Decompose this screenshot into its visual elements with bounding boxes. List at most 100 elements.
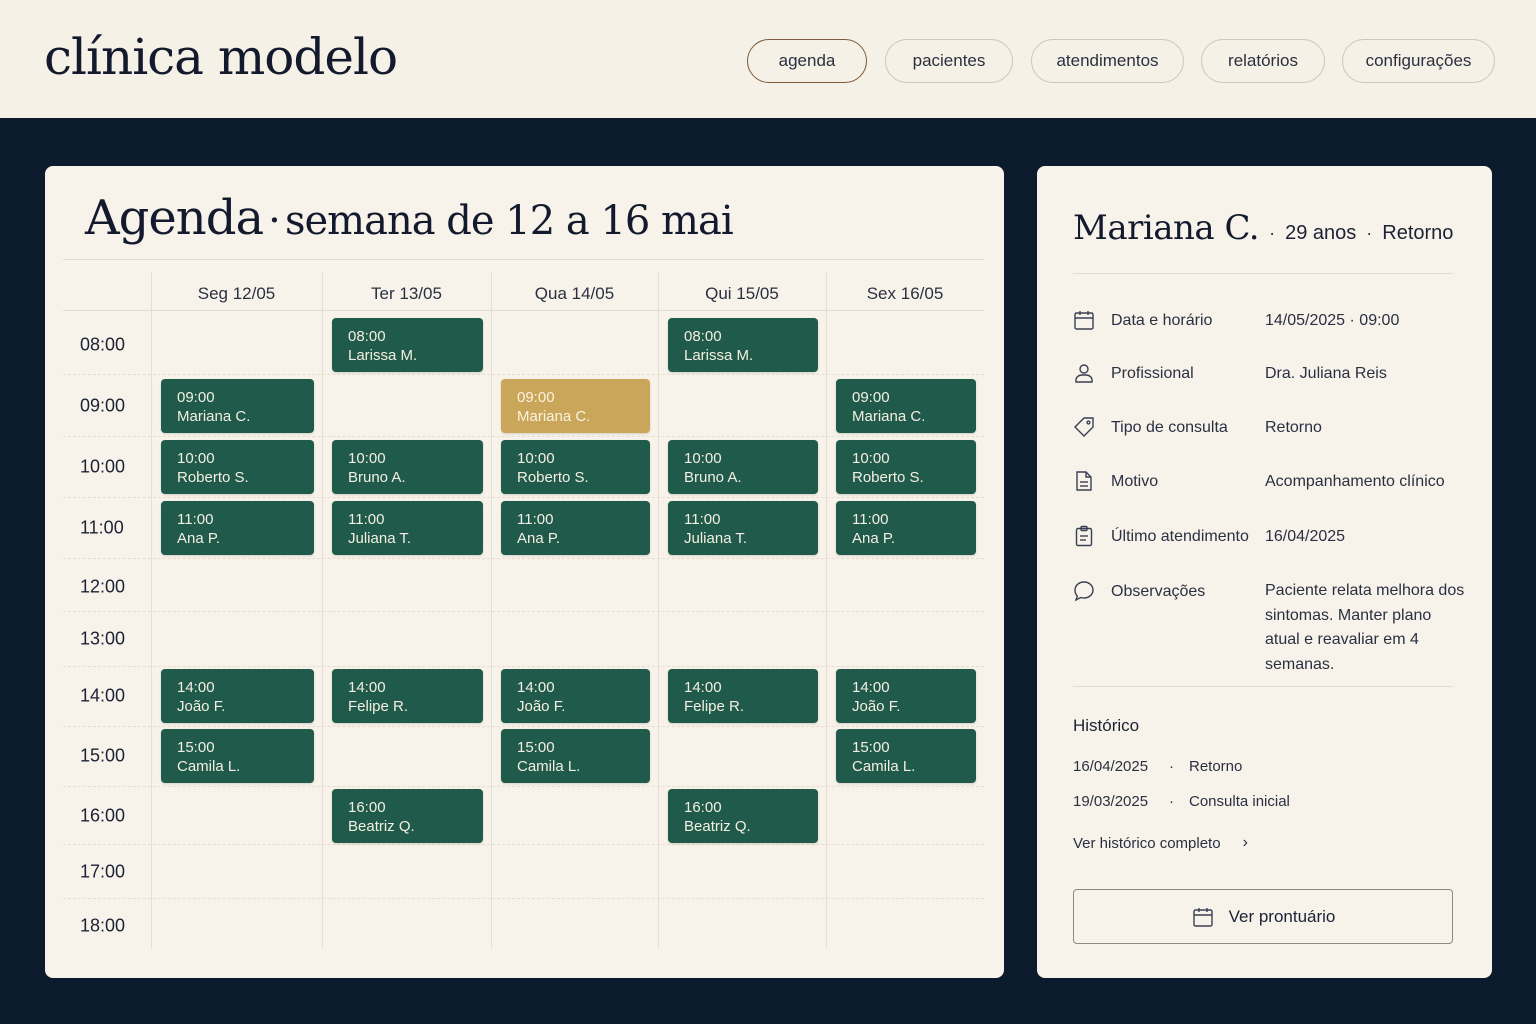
detail-label-reason: Motivo: [1111, 473, 1159, 490]
row-divider: [63, 374, 984, 375]
nav-pacientes[interactable]: pacientes: [885, 39, 1013, 83]
appointment-patient: Camila L.: [177, 758, 241, 775]
chat-bubble-icon: [1072, 579, 1096, 603]
history-item-date: 16/04/2025: [1073, 758, 1149, 775]
appointment-patient: Camila L.: [517, 758, 581, 775]
time-label: 13:00: [80, 628, 126, 649]
detail-label-consult-type: Tipo de consulta: [1111, 419, 1228, 436]
appointment-block[interactable]: 10:00 Roberto S.: [836, 440, 976, 494]
appointment-block[interactable]: 10:00 Roberto S.: [501, 440, 650, 494]
appointment-block[interactable]: 11:00 Ana P.: [161, 501, 314, 555]
history-item-type: Retorno: [1189, 758, 1243, 775]
appointment-time: 16:00: [684, 799, 722, 816]
appointment-patient: João F.: [177, 698, 226, 715]
detail-label-notes: Observações: [1111, 583, 1206, 600]
nav-relatorios[interactable]: relatórios: [1201, 39, 1325, 83]
appointment-time: 10:00: [177, 450, 215, 467]
document-icon: [1072, 469, 1096, 493]
view-full-history-label: Ver histórico completo: [1073, 834, 1221, 852]
appointment-block-selected[interactable]: 09:00 Mariana C.: [501, 379, 650, 433]
appointment-patient: Juliana T.: [348, 530, 412, 547]
clipboard-icon: [1072, 524, 1096, 548]
appointment-block[interactable]: 15:00 Camila L.: [161, 729, 314, 783]
tag-icon: [1072, 415, 1096, 439]
view-full-history-link[interactable]: Ver histórico completo ›: [1073, 834, 1248, 852]
appointment-time: 10:00: [684, 450, 722, 467]
appointment-block[interactable]: 11:00 Ana P.: [836, 501, 976, 555]
appointment-block[interactable]: 14:00 Felipe R.: [332, 669, 483, 723]
appointment-patient: Roberto S.: [517, 469, 589, 486]
row-divider: [63, 726, 984, 727]
appointment-patient: Bruno A.: [348, 469, 406, 486]
row-divider: [63, 436, 984, 437]
appointment-patient: Mariana C.: [177, 408, 251, 425]
separator: ·: [1169, 793, 1174, 810]
appointment-patient: Felipe R.: [684, 698, 745, 715]
divider: [63, 310, 984, 311]
chevron-right-icon: ›: [1242, 834, 1248, 851]
appointment-time: 14:00: [852, 679, 890, 696]
appointment-time: 10:00: [852, 450, 890, 467]
appointment-block[interactable]: 10:00 Roberto S.: [161, 440, 314, 494]
nav-agenda[interactable]: agenda: [747, 39, 867, 83]
separator: ·: [1269, 223, 1276, 243]
appointment-block[interactable]: 14:00 João F.: [836, 669, 976, 723]
appointment-block[interactable]: 11:00 Juliana T.: [332, 501, 483, 555]
appointment-time: 14:00: [517, 679, 555, 696]
detail-value-professional: Dra. Juliana Reis: [1265, 365, 1387, 382]
appointment-block[interactable]: 15:00 Camila L.: [501, 729, 650, 783]
view-medical-record-button[interactable]: Ver prontuário: [1073, 889, 1453, 944]
appointment-patient: Larissa M.: [348, 347, 418, 364]
appointment-patient: Beatriz Q.: [684, 818, 751, 835]
weekly-calendar-card: Agenda · semana de 12 a 16 mai Seg 12/05…: [45, 166, 1004, 978]
appointment-block[interactable]: 10:00 Bruno A.: [332, 440, 483, 494]
detail-value-reason: Acompanhamento clínico: [1265, 473, 1445, 490]
row-divider: [63, 558, 984, 559]
appointment-time: 09:00: [177, 389, 215, 406]
appointment-patient: Larissa M.: [684, 347, 754, 364]
time-label: 12:00: [80, 576, 126, 597]
time-label: 09:00: [80, 395, 126, 416]
separator: ·: [1366, 223, 1373, 243]
appointment-patient: Roberto S.: [177, 469, 249, 486]
appointment-block[interactable]: 09:00 Mariana C.: [836, 379, 976, 433]
appointment-block[interactable]: 16:00 Beatriz Q.: [332, 789, 483, 843]
appointment-time: 11:00: [348, 511, 385, 528]
appointment-block[interactable]: 14:00 Felipe R.: [668, 669, 818, 723]
appointment-block[interactable]: 14:00 João F.: [501, 669, 650, 723]
appointment-block[interactable]: 16:00 Beatriz Q.: [668, 789, 818, 843]
patient-visit-type: Retorno: [1382, 222, 1454, 244]
appointment-patient: Juliana T.: [684, 530, 748, 547]
patient-header: Mariana C. · 29 anos · Retorno: [1073, 208, 1453, 248]
patient-age: 29 anos: [1285, 222, 1357, 244]
calendar-title: Agenda · semana de 12 a 16 mai: [85, 190, 734, 246]
detail-value-last-visit: 16/04/2025: [1265, 528, 1346, 545]
appointment-block[interactable]: 14:00 João F.: [161, 669, 314, 723]
appointment-time: 14:00: [348, 679, 386, 696]
nav-atendimentos[interactable]: atendimentos: [1031, 39, 1184, 83]
appointment-time: 08:00: [684, 328, 722, 345]
divider: [1073, 686, 1453, 687]
appointment-block[interactable]: 09:00 Mariana C.: [161, 379, 314, 433]
time-label: 11:00: [80, 517, 124, 538]
appointment-time: 16:00: [348, 799, 386, 816]
appointment-block[interactable]: 15:00 Camila L.: [836, 729, 976, 783]
appointment-time: 11:00: [684, 511, 721, 528]
time-label: 15:00: [80, 745, 126, 766]
appointment-block[interactable]: 08:00 Larissa M.: [332, 318, 483, 372]
appointment-block[interactable]: 11:00 Ana P.: [501, 501, 650, 555]
time-label: 18:00: [80, 915, 126, 936]
nav-configuracoes[interactable]: configurações: [1342, 39, 1495, 83]
appointment-block[interactable]: 11:00 Juliana T.: [668, 501, 818, 555]
history-title: Histórico: [1073, 716, 1140, 735]
appointment-block[interactable]: 10:00 Bruno A.: [668, 440, 818, 494]
detail-value-notes: Paciente relata melhora dos sintomas. Ma…: [1265, 582, 1465, 673]
calendar-title-separator: ·: [268, 198, 281, 244]
time-label: 08:00: [80, 334, 126, 355]
appointment-patient: Mariana C.: [852, 408, 926, 425]
appointment-patient: Beatriz Q.: [348, 818, 415, 835]
appointment-block[interactable]: 08:00 Larissa M.: [668, 318, 818, 372]
divider: [1073, 273, 1453, 274]
appointment-time: 09:00: [517, 389, 555, 406]
appointment-time: 10:00: [517, 450, 555, 467]
